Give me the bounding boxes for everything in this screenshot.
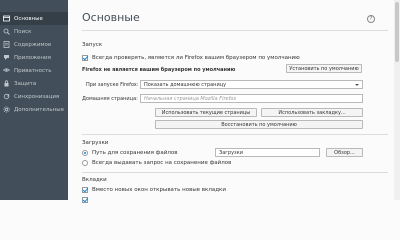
- chevron-down-icon: [355, 84, 359, 86]
- sidebar: Основные Поиск Содержимое Приложения При…: [0, 0, 68, 200]
- main-pane: Основные ? Запуск Всегда проверять, явля…: [68, 0, 400, 203]
- scrollbar[interactable]: [394, 0, 400, 200]
- startup-section-title: Запуск: [82, 42, 103, 48]
- always-ask-row[interactable]: Всегда выдавать запрос на сохранение фай…: [82, 160, 231, 166]
- next-option-row[interactable]: [82, 197, 92, 203]
- sidebar-item-sync[interactable]: Синхронизация: [0, 90, 68, 103]
- sidebar-item-label: Поиск: [14, 28, 32, 35]
- sidebar-item-content[interactable]: Содержимое: [0, 38, 68, 51]
- on-start-value: Показать домашнюю страницу: [144, 81, 227, 88]
- divider: [82, 30, 388, 31]
- sidebar-item-advanced[interactable]: Дополнительные: [0, 103, 68, 116]
- security-icon: [3, 80, 10, 87]
- general-icon: [3, 15, 10, 22]
- sidebar-item-label: Защита: [14, 80, 37, 87]
- open-new-windows-label: Вместо новых окон открывать новые вкладк…: [92, 187, 226, 193]
- sidebar-item-general[interactable]: Основные: [0, 12, 68, 25]
- sidebar-item-label: Содержимое: [14, 41, 52, 48]
- use-current-pages-button[interactable]: Использовать текущие страницы: [155, 108, 257, 117]
- applications-icon: [3, 54, 10, 61]
- sync-icon: [3, 93, 10, 100]
- always-ask-label: Всегда выдавать запрос на сохранение фай…: [92, 160, 232, 166]
- next-option-checkbox[interactable]: [82, 197, 88, 203]
- restore-default-button[interactable]: Восстановить по умолчанию: [155, 120, 363, 129]
- download-folder-field[interactable]: Загрузки: [215, 148, 320, 157]
- sidebar-item-label: Приложения: [14, 54, 51, 61]
- save-to-radio[interactable]: [82, 150, 88, 156]
- open-new-windows-row[interactable]: Вместо новых окон открывать новые вкладк…: [82, 187, 226, 193]
- tabs-section-title: Вкладки: [82, 177, 107, 183]
- page-title: Основные: [82, 11, 140, 24]
- homepage-label: Домашняя страница:: [82, 96, 138, 102]
- advanced-icon: [3, 106, 10, 113]
- sidebar-item-label: Основные: [14, 15, 43, 22]
- on-start-select[interactable]: Показать домашнюю страницу: [140, 80, 363, 89]
- browse-button[interactable]: Обзор...: [326, 148, 363, 157]
- scrollbar-thumb[interactable]: [395, 2, 399, 62]
- open-new-windows-checkbox[interactable]: [82, 187, 88, 193]
- not-default-message: Firefox не является вашим браузером по у…: [82, 67, 236, 73]
- on-start-label: При запуске Firefox:: [86, 82, 139, 88]
- search-icon: [3, 28, 10, 35]
- sidebar-item-privacy[interactable]: Приватность: [0, 64, 68, 77]
- check-default-checkbox[interactable]: [82, 55, 88, 61]
- check-default-row[interactable]: Всегда проверять, является ли Firefox ва…: [82, 55, 300, 61]
- always-ask-radio[interactable]: [82, 160, 88, 166]
- sidebar-item-security[interactable]: Защита: [0, 77, 68, 90]
- sidebar-item-applications[interactable]: Приложения: [0, 51, 68, 64]
- homepage-input[interactable]: Начальная страница Mozilla Firefox: [140, 94, 363, 103]
- sidebar-item-label: Дополнительные: [14, 106, 64, 113]
- sidebar-item-label: Приватность: [14, 67, 52, 74]
- help-icon[interactable]: ?: [367, 15, 375, 23]
- sidebar-item-search[interactable]: Поиск: [0, 25, 68, 38]
- divider: [82, 134, 388, 135]
- make-default-button[interactable]: Установить по умолчанию: [286, 64, 362, 73]
- divider: [82, 172, 388, 173]
- check-default-label: Всегда проверять, является ли Firefox ва…: [92, 55, 300, 61]
- save-to-label: Путь для сохранения файлов: [92, 150, 178, 156]
- content-icon: [3, 41, 10, 48]
- sidebar-item-label: Синхронизация: [14, 93, 60, 100]
- save-to-row[interactable]: Путь для сохранения файлов: [82, 150, 177, 156]
- downloads-section-title: Загрузки: [82, 140, 109, 146]
- use-bookmark-button[interactable]: Использовать закладку...: [261, 108, 363, 117]
- privacy-icon: [2, 67, 11, 74]
